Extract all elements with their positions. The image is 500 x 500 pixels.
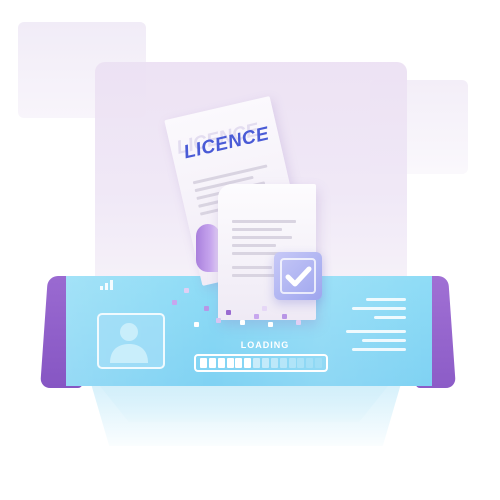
loading-label: LOADING bbox=[240, 340, 290, 350]
progress-cell-filled bbox=[244, 358, 252, 368]
progress-cell-filled bbox=[217, 358, 225, 368]
illustration: LOADING LICENCE LICENCE bbox=[0, 0, 500, 500]
progress-cell-empty bbox=[253, 358, 261, 368]
progress-cell-empty bbox=[315, 358, 323, 368]
progress-cell-filled bbox=[200, 358, 207, 368]
progress-cell-empty bbox=[279, 358, 287, 368]
progress-cell-empty bbox=[288, 358, 296, 368]
progress-cell-empty bbox=[270, 358, 278, 368]
document-curl bbox=[196, 224, 220, 272]
progress-cell-empty bbox=[262, 358, 269, 368]
checkmark-icon bbox=[285, 266, 312, 287]
progress-cell-filled bbox=[226, 358, 234, 368]
signal-bars-icon bbox=[100, 280, 118, 290]
progress-cell-filled bbox=[208, 358, 216, 368]
progress-cells bbox=[200, 358, 324, 368]
progress-cell-filled bbox=[235, 358, 243, 368]
user-silhouette-icon bbox=[110, 323, 148, 363]
progress-cell-empty bbox=[297, 358, 305, 368]
check-badge bbox=[274, 252, 322, 300]
avatar-card bbox=[97, 313, 165, 369]
progress-cell-empty bbox=[306, 358, 314, 368]
